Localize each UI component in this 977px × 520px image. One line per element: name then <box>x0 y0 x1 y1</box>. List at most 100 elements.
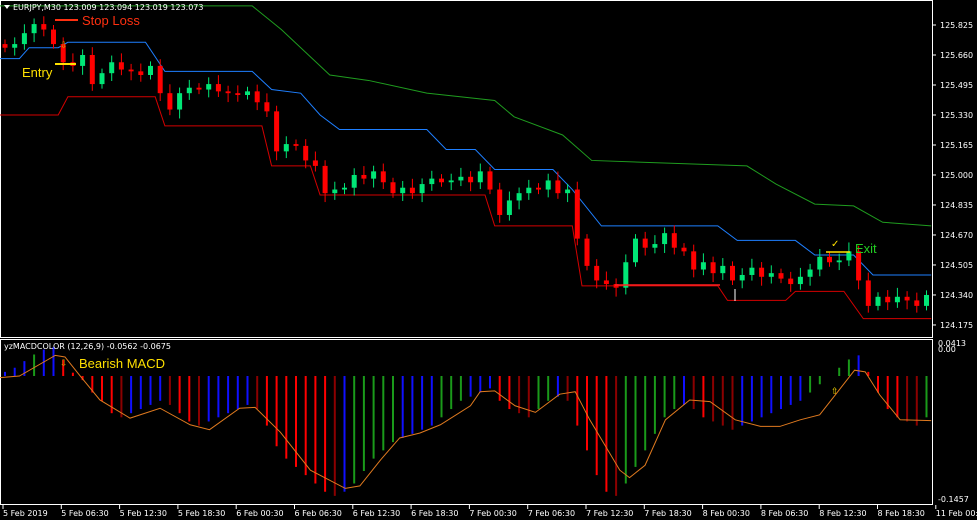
bear-candle <box>167 93 173 110</box>
bear-candle <box>865 280 871 306</box>
bear-candle <box>361 174 367 179</box>
time-tick-label: 6 Feb 00:30 <box>236 509 283 518</box>
bear-candle <box>235 93 241 95</box>
time-tick-label: 5 Feb 06:30 <box>61 509 108 518</box>
macd-signal-layer <box>0 354 932 489</box>
bear-candle <box>904 296 910 301</box>
bear-candle <box>254 91 260 103</box>
bull-candle <box>875 296 881 306</box>
time-tick-label: 7 Feb 00:30 <box>469 509 516 518</box>
bear-candle <box>312 160 318 166</box>
bull-candle <box>31 24 37 34</box>
bear-candle <box>603 280 609 285</box>
bull-candle <box>506 200 512 215</box>
dropdown-triangle-icon[interactable] <box>4 5 10 9</box>
bull-candle <box>807 269 813 277</box>
bear-candle <box>439 178 444 183</box>
bear-candle <box>128 69 134 72</box>
bear-candle <box>264 102 270 112</box>
bull-candle <box>12 44 18 48</box>
time-tick-label: 11 Feb 00:30 <box>936 509 977 518</box>
bear-candle <box>293 144 299 146</box>
bear-candle <box>322 165 328 194</box>
bull-candle <box>700 262 706 270</box>
bearish-macd-label: Bearish MACD <box>79 356 165 371</box>
bull-candle <box>545 180 551 190</box>
time-tick-label: 6 Feb 18:30 <box>411 509 458 518</box>
price-tick-label: 125.660 <box>940 51 973 60</box>
bear-candle <box>497 189 503 215</box>
bull-candle <box>924 294 929 306</box>
time-tick-label: 5 Feb 18:30 <box>178 509 225 518</box>
bull-candle <box>652 244 658 248</box>
trading-chart[interactable]: 125.825 125.660 125.495 125.330 125.165 125.0… <box>0 0 977 520</box>
macd-axis: 0.04130.00-0.1457 <box>938 339 969 504</box>
bull-candle <box>749 267 755 275</box>
time-tick-label: 5 Feb 12:30 <box>120 509 167 518</box>
bull-candle <box>623 262 629 288</box>
bull-candle <box>21 33 27 45</box>
time-tick-label: 7 Feb 18:30 <box>644 509 691 518</box>
symbol-info: EURJPY,M30 123.009 123.094 123.019 123.0… <box>13 3 204 12</box>
price-tick-label: 124.670 <box>940 231 973 240</box>
bear-candle <box>380 171 386 183</box>
bear-candle <box>196 87 202 90</box>
bull-candle <box>371 171 377 179</box>
price-tick-label: 125.825 <box>940 21 973 30</box>
price-tick-label: 124.505 <box>940 261 973 270</box>
bull-candle <box>477 171 483 183</box>
bear-candle <box>41 24 47 30</box>
stop-loss-label: Stop Loss <box>82 13 140 28</box>
macd-tick-label: 0.00 <box>938 345 956 354</box>
time-tick-label: 7 Feb 12:30 <box>586 509 633 518</box>
bear-candle <box>274 111 280 152</box>
price-tick-label: 125.330 <box>940 111 973 120</box>
time-tick-label: 5 Feb 2019 <box>3 509 48 518</box>
bull-candle <box>565 189 571 194</box>
bands-layer <box>0 5 932 320</box>
up-arrow-icon: ⇧ <box>831 387 839 397</box>
bear-candle <box>759 267 765 277</box>
bear-candle <box>914 300 920 306</box>
bear-candle <box>681 247 687 252</box>
lower-band-line <box>0 96 932 320</box>
time-tick-label: 8 Feb 18:30 <box>878 509 925 518</box>
bull-candle <box>720 265 726 274</box>
bear-candle <box>468 176 474 183</box>
bull-candle <box>283 144 289 152</box>
macd-signal-line <box>0 354 932 489</box>
checkmark-icon: ✓ <box>831 239 839 250</box>
price-tick-label: 125.495 <box>940 81 973 90</box>
bull-candle <box>400 187 406 194</box>
candles-layer <box>2 16 929 313</box>
bear-candle <box>730 265 735 281</box>
bear-candle <box>409 187 415 194</box>
bull-candle <box>99 73 105 85</box>
middle-band-line <box>0 41 932 276</box>
bull-candle <box>633 238 638 263</box>
bull-candle <box>80 54 86 66</box>
bear-candle <box>584 238 590 266</box>
bear-candle <box>138 71 144 75</box>
macd-title: yzMACDCOLOR (12,26,9) -0.0562 -0.0675 <box>4 342 171 351</box>
bear-candle <box>487 171 493 190</box>
bull-candle <box>797 276 803 285</box>
down-arrow-icon: ⇩ <box>60 359 68 369</box>
bear-candle <box>574 189 580 239</box>
bull-candle <box>894 296 900 303</box>
bull-candle <box>429 178 435 185</box>
time-tick-label: 8 Feb 00:30 <box>703 509 750 518</box>
bull-candle <box>419 184 425 194</box>
time-axis: 5 Feb 2019 5 Feb 06:30 5 Feb 12:30 5 Feb 18… <box>2 505 977 518</box>
bear-candle <box>642 238 648 248</box>
price-tick-label: 125.165 <box>940 141 973 150</box>
macd-tick-label: -0.1457 <box>938 495 969 504</box>
price-tick-label: 124.340 <box>940 291 973 300</box>
bear-candle <box>536 187 541 190</box>
bear-candle <box>118 62 124 70</box>
entry-label: Entry <box>22 65 53 80</box>
time-tick-label: 6 Feb 06:30 <box>295 509 342 518</box>
time-tick-label: 8 Feb 12:30 <box>819 509 866 518</box>
bull-candle <box>662 233 668 245</box>
bull-candle <box>332 189 338 194</box>
